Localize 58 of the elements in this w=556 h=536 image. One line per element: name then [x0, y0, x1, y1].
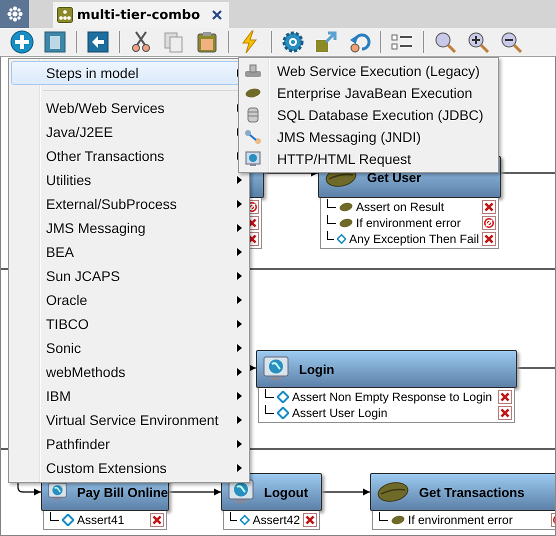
assertion-label: Assert on Result	[356, 200, 446, 214]
step-title: Pay Bill Online	[76, 484, 168, 500]
assertion-label: Assert42	[252, 513, 300, 527]
step-header[interactable]: Logout	[221, 473, 322, 511]
back-icon[interactable]	[86, 30, 110, 54]
delete-icon[interactable]	[43, 30, 67, 54]
step-title: Login	[299, 362, 334, 376]
menu-item[interactable]: BEA	[11, 240, 247, 264]
server-icon	[242, 64, 264, 78]
assertion-label: Any Exception Then Fail	[349, 232, 479, 246]
diamond-icon	[240, 514, 250, 526]
bean-icon	[339, 218, 353, 228]
add-icon[interactable]	[10, 30, 34, 54]
app-logo-icon[interactable]	[0, 0, 29, 28]
model-icon	[57, 7, 73, 23]
menu-item[interactable]: JMS Messaging (JNDI)	[239, 126, 498, 148]
bean-icon	[377, 481, 409, 503]
monitor-globe-icon	[263, 356, 289, 382]
cut-icon[interactable]	[129, 30, 153, 54]
menu-item[interactable]: TIBCO	[11, 312, 247, 336]
bean-icon	[339, 202, 353, 212]
menu-item[interactable]: Sun JCAPS	[11, 264, 247, 288]
menu-item[interactable]: Enterprise JavaBean Execution	[239, 82, 498, 104]
export-icon[interactable]	[314, 30, 338, 54]
menu-item[interactable]: Utilities	[11, 168, 247, 192]
step-title: Get User	[367, 170, 422, 184]
step-header[interactable]: Login	[256, 350, 517, 388]
paste-icon[interactable]	[195, 30, 219, 54]
close-icon[interactable]	[212, 10, 222, 20]
menu-item[interactable]: SQL Database Execution (JDBC)	[239, 104, 498, 126]
zoom-out-icon[interactable]	[499, 30, 523, 54]
diamond-icon	[62, 514, 74, 526]
menu-item[interactable]: External/SubProcess	[11, 192, 247, 216]
editor-tab[interactable]: multi-tier-combo	[53, 2, 230, 28]
assertion-label: Assert User Login	[292, 406, 388, 420]
diamond-icon	[337, 233, 346, 245]
diamond-icon	[277, 391, 289, 403]
bean-icon	[391, 515, 405, 525]
tab-label: multi-tier-combo	[77, 8, 200, 22]
step-title: Get Transactions	[419, 484, 524, 500]
menu-item[interactable]: Oracle	[11, 288, 247, 312]
assertion-label: Assert Non Empty Response to Login	[292, 390, 494, 404]
gear-icon[interactable]	[281, 30, 305, 54]
menu-item[interactable]: Sonic	[11, 336, 247, 360]
diamond-icon	[277, 407, 289, 419]
search-icon[interactable]	[433, 30, 457, 54]
menu-item[interactable]: IBM	[11, 384, 247, 408]
assertion-label: Assert41	[77, 513, 126, 527]
zoom-in-icon[interactable]	[466, 30, 490, 54]
assertion-label: If environment error	[356, 216, 462, 230]
menu-item[interactable]: JMS Messaging	[11, 216, 247, 240]
step-title: Logout	[264, 484, 308, 500]
connection-icon	[242, 129, 264, 145]
step-header[interactable]: Get Transactions	[370, 473, 555, 511]
assertion-label: If environment error	[408, 513, 514, 527]
menu-item[interactable]: Pathfinder	[11, 432, 247, 456]
menu-item[interactable]: Virtual Service Environment	[11, 408, 247, 432]
menu-item[interactable]: webMethods	[11, 360, 247, 384]
